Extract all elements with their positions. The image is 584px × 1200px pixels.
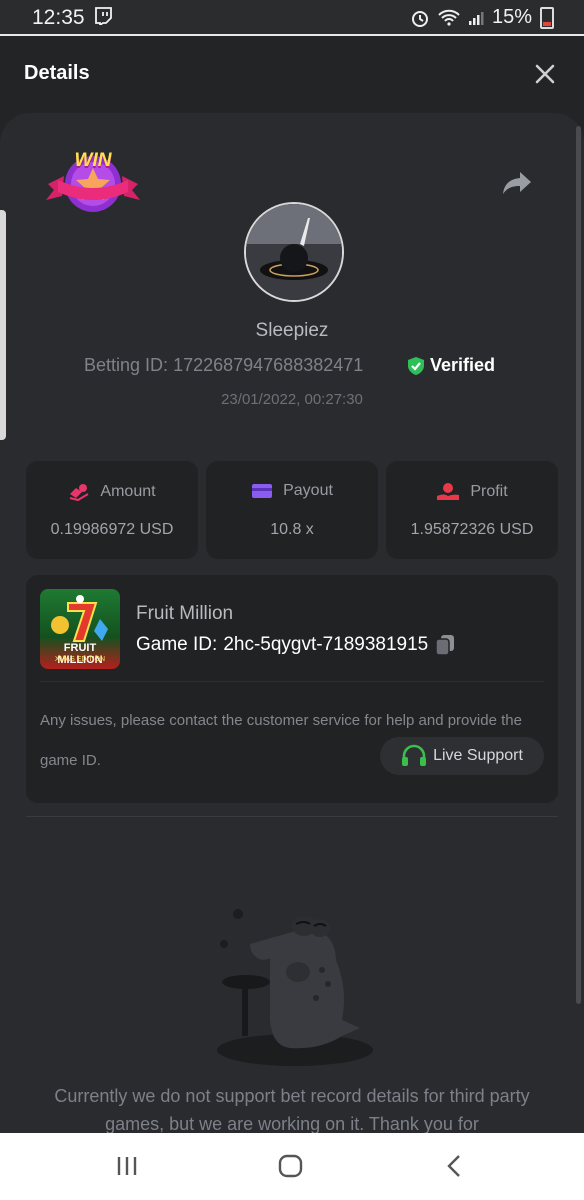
game-id-value: 2hc-5qygvt-7189381915: [223, 634, 429, 655]
bet-datetime: 23/01/2022, 00:27:30: [221, 391, 363, 408]
shield-check-icon: [408, 356, 424, 375]
share-icon[interactable]: [502, 170, 532, 196]
game-panel: FRUIT MILLION XMAS EDITION Fruit Million…: [26, 575, 558, 803]
stat-amount-value: 0.19986972 USD: [50, 521, 174, 538]
stat-amount-header: Amount: [26, 482, 198, 502]
battery-icon: [540, 6, 554, 29]
game-id: Game ID: 2hc-5qygvt-7189381915: [136, 633, 456, 657]
game-thumbnail[interactable]: FRUIT MILLION XMAS EDITION: [40, 589, 120, 669]
status-right: 15%: [410, 6, 554, 29]
section-divider: [26, 816, 558, 817]
betting-id-label: Betting ID:: [84, 355, 169, 375]
game-divider: [40, 681, 544, 682]
game-id-label: Game ID:: [136, 634, 218, 655]
status-bar: 12:35 15%: [0, 0, 584, 36]
username: Sleepiez: [255, 320, 329, 341]
wifi-icon: [438, 9, 460, 26]
status-time: 12:35: [32, 6, 85, 29]
recent-apps-icon[interactable]: [116, 1155, 138, 1177]
stat-payout-label: Payout: [283, 482, 333, 499]
betting-id: Betting ID: 1722687947688382471: [84, 355, 363, 376]
stat-profit-header: Profit: [386, 482, 558, 502]
stat-amount-label: Amount: [100, 483, 156, 500]
win-badge: WIN: [44, 146, 142, 218]
headset-icon: [402, 744, 427, 766]
stat-profit: Profit 1.95872326 USD: [386, 461, 558, 559]
verified-label: Verified: [430, 355, 496, 375]
back-icon[interactable]: [446, 1154, 462, 1178]
game-name: Fruit Million: [136, 603, 234, 624]
third-party-notice: Currently we do not support bet record d…: [54, 1086, 530, 1134]
hand-coin-icon: [437, 483, 460, 500]
android-nav-bar: [0, 1133, 584, 1200]
page-title: Details: [24, 62, 90, 84]
live-support-button[interactable]: Live Support: [380, 737, 544, 775]
stat-payout-header: Payout: [206, 482, 378, 500]
avatar-image: [246, 204, 342, 300]
card-icon: [252, 484, 273, 498]
home-icon[interactable]: [278, 1154, 304, 1178]
close-icon[interactable]: [533, 62, 557, 86]
scrollbar[interactable]: [576, 126, 581, 1004]
coins-icon: [70, 484, 89, 502]
stat-payout: Payout 10.8 x: [206, 461, 378, 559]
stat-amount: Amount 0.19986972 USD: [26, 461, 198, 559]
stat-payout-value: 10.8 x: [270, 521, 314, 538]
stat-profit-value: 1.95872326 USD: [410, 521, 534, 538]
battery-percent: 15%: [491, 6, 532, 28]
verified-badge: Verified: [406, 355, 495, 376]
live-support-label: Live Support: [433, 747, 523, 764]
twitch-icon: [95, 7, 112, 25]
copy-icon[interactable]: [434, 633, 456, 657]
stat-profit-label: Profit: [470, 483, 508, 500]
signal-icon: [468, 11, 484, 25]
betting-id-value: 1722687947688382471: [173, 355, 364, 375]
win-badge-text: WIN: [74, 150, 112, 171]
alarm-icon: [411, 10, 428, 27]
game-thumbnail-subtitle: XMAS EDITION: [54, 656, 106, 663]
avatar: [244, 202, 344, 302]
crocodile-mascot-illustration: [217, 909, 373, 1066]
